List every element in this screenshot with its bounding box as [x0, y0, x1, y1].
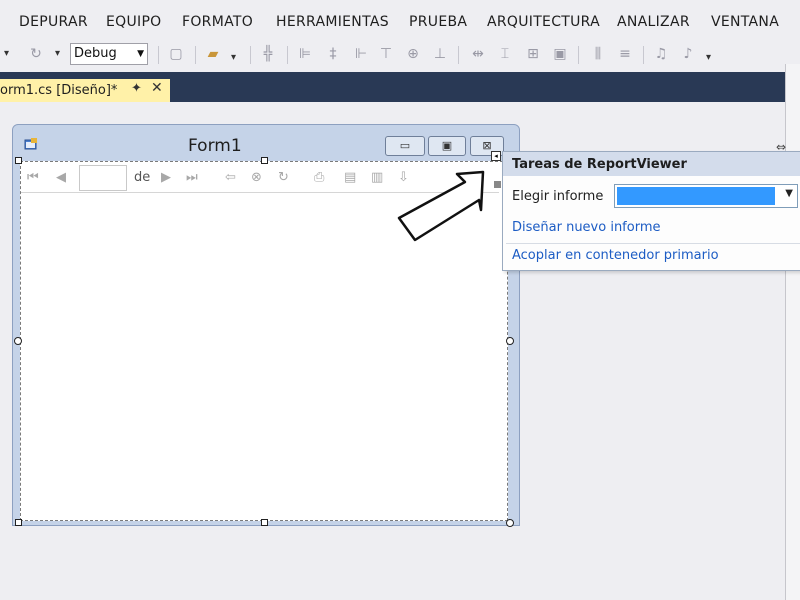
align-right-icon[interactable]: ⊩	[353, 46, 369, 62]
print-icon[interactable]: ⎙	[314, 170, 324, 185]
tab-label: orm1.cs [Diseño]*	[0, 83, 118, 98]
toolbar-separator	[195, 46, 196, 64]
print-layout-icon[interactable]: ▤	[344, 170, 356, 185]
toolbar-separator	[458, 46, 459, 64]
chevron-down-icon: ▼	[137, 49, 144, 59]
page-of-label: de	[134, 170, 151, 185]
panel-divider	[506, 243, 800, 244]
pointer-arrow-icon	[397, 170, 485, 242]
close-icon[interactable]: ✕	[151, 80, 163, 96]
properties-panel-edge	[785, 64, 800, 600]
resize-handle[interactable]	[261, 519, 268, 526]
selection-highlight	[617, 187, 775, 205]
refresh-icon[interactable]: ↻	[278, 170, 289, 185]
menu-equipo[interactable]: EQUIPO	[106, 14, 162, 30]
tab-form1-design[interactable]: orm1.cs [Diseño]* ✦ ✕	[0, 79, 170, 102]
toolbar-separator	[287, 46, 288, 64]
dropdown-arrow-icon[interactable]: ▾	[231, 52, 236, 63]
resize-handle[interactable]	[506, 337, 514, 345]
previous-page-icon[interactable]: ◀	[56, 170, 66, 185]
smart-tag-marker	[494, 181, 501, 188]
align-center-icon[interactable]: ‡	[325, 46, 341, 62]
align-top-icon[interactable]: ⊤	[378, 46, 394, 62]
folder-icon[interactable]: ▰	[205, 46, 221, 62]
menu-formato[interactable]: FORMATO	[182, 14, 253, 30]
menu-analizar[interactable]: ANALIZAR	[617, 14, 690, 30]
dropdown-arrow-icon[interactable]: ▾	[706, 52, 711, 63]
align-left-icon[interactable]: ⊫	[297, 46, 313, 62]
horizontal-spacing-icon[interactable]: ⫼	[590, 46, 606, 62]
configuration-value: Debug	[74, 46, 117, 61]
design-new-report-link[interactable]: Diseñar nuevo informe	[512, 220, 661, 235]
back-icon[interactable]: ⇦	[225, 170, 236, 185]
maximize-icon: ▣	[441, 139, 453, 152]
current-page-input[interactable]	[79, 165, 127, 191]
maximize-button[interactable]: ▣	[428, 136, 466, 156]
menu-depurar[interactable]: DEPURAR	[19, 14, 88, 30]
last-page-icon[interactable]: ⏭	[186, 170, 198, 185]
minimize-icon: ▭	[399, 139, 411, 152]
align-to-grid-icon[interactable]: ╬	[260, 46, 276, 62]
toolbar-separator	[643, 46, 644, 64]
redo-icon[interactable]: ↻	[28, 46, 44, 62]
toolbar-separator	[158, 46, 159, 64]
align-bottom-icon[interactable]: ⊥	[432, 46, 448, 62]
tasks-panel-title: Tareas de ReportViewer	[512, 157, 687, 172]
chevron-down-icon[interactable]: ▼	[785, 188, 793, 199]
form-icon	[24, 138, 37, 150]
find-icon[interactable]: ▢	[168, 46, 184, 62]
resize-handle[interactable]	[14, 337, 22, 345]
toolbar-separator	[578, 46, 579, 64]
page-setup-icon[interactable]: ▥	[371, 170, 383, 185]
form-title: Form1	[188, 136, 242, 156]
send-to-back-icon[interactable]: ♪	[680, 46, 696, 62]
dropdown-arrow-icon[interactable]: ▾	[55, 48, 60, 59]
resize-handle[interactable]	[506, 519, 514, 527]
size-to-grid-icon[interactable]: ⊞	[525, 46, 541, 62]
menu-bar: DEPURAR EQUIPO FORMATO HERRAMIENTAS PRUE…	[0, 0, 800, 40]
dock-in-parent-link[interactable]: Acoplar en contenedor primario	[512, 248, 719, 263]
resize-handle[interactable]	[261, 157, 268, 164]
smart-tag-button[interactable]: ◂	[491, 151, 501, 161]
dropdown-arrow-icon[interactable]: ▾	[4, 48, 9, 59]
make-same-height-icon[interactable]: ⌶	[497, 46, 513, 62]
solution-configuration-select[interactable]: Debug ▼	[70, 43, 148, 65]
choose-report-label: Elegir informe	[512, 189, 604, 204]
stop-icon[interactable]: ⊗	[251, 170, 262, 185]
menu-prueba[interactable]: PRUEBA	[409, 14, 467, 30]
resize-handle[interactable]	[15, 519, 22, 526]
next-page-icon[interactable]: ▶	[161, 170, 171, 185]
choose-report-select[interactable]: ▼	[614, 184, 798, 208]
pin-icon[interactable]: ✦	[131, 81, 142, 96]
minimize-button[interactable]: ▭	[385, 136, 425, 156]
bring-to-front-icon[interactable]: ♫	[653, 46, 669, 62]
menu-arquitectura[interactable]: ARQUITECTURA	[487, 14, 600, 30]
vertical-spacing-icon[interactable]: ≡	[617, 46, 633, 62]
toolbar-separator	[250, 46, 251, 64]
menu-herramientas[interactable]: HERRAMIENTAS	[276, 14, 389, 30]
resize-handle[interactable]	[15, 157, 22, 164]
make-same-size-icon[interactable]: ▣	[552, 46, 568, 62]
make-same-width-icon[interactable]: ⇹	[470, 46, 486, 62]
align-middle-icon[interactable]: ⊕	[405, 46, 421, 62]
menu-ventana[interactable]: VENTANA	[711, 14, 779, 30]
first-page-icon[interactable]: ⏮	[27, 170, 39, 185]
